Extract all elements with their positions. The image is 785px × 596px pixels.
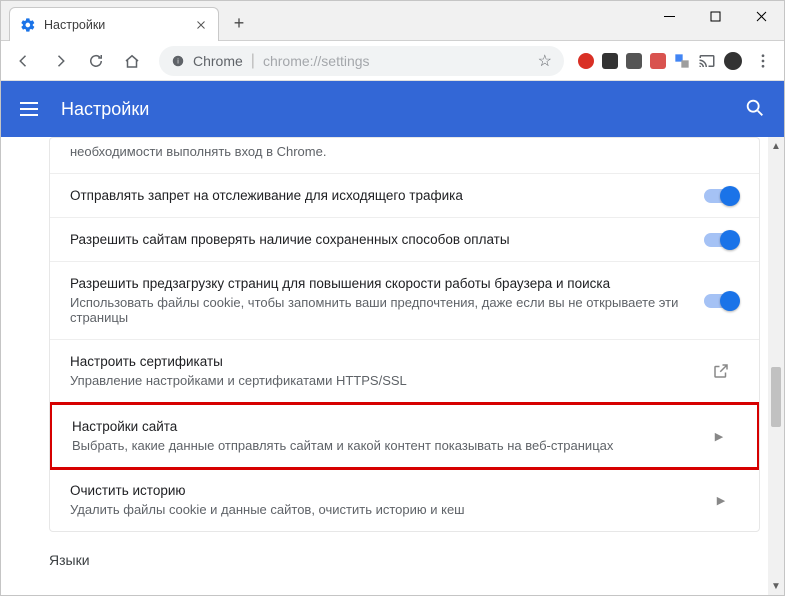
browser-toolbar: i Chrome | chrome://settings ☆ — [1, 41, 784, 81]
window-close-button[interactable] — [738, 1, 784, 31]
translate-extension-icon[interactable] — [674, 53, 690, 69]
reload-button[interactable] — [81, 46, 111, 76]
chevron-right-icon: ▶ — [703, 494, 739, 507]
manage-certificates-label: Настроить сертификаты — [70, 354, 691, 369]
clear-history-row[interactable]: Очистить историю Удалить файлы cookie и … — [50, 469, 759, 531]
omnibox[interactable]: i Chrome | chrome://settings ☆ — [159, 46, 564, 76]
window-minimize-button[interactable] — [646, 1, 692, 31]
window-maximize-button[interactable] — [692, 1, 738, 31]
extension-icons — [576, 52, 744, 70]
payment-methods-toggle[interactable] — [704, 233, 738, 247]
settings-header: Настройки — [1, 81, 784, 137]
forward-button[interactable] — [45, 46, 75, 76]
omnibox-url: chrome://settings — [263, 53, 370, 69]
window-controls — [646, 1, 784, 31]
preload-pages-row[interactable]: Разрешить предзагрузку страниц для повыш… — [50, 262, 759, 340]
content-scrollbar[interactable]: ▲ ▼ — [768, 137, 784, 595]
settings-favicon — [20, 17, 36, 33]
search-icon[interactable] — [744, 97, 768, 121]
preload-pages-toggle[interactable] — [704, 294, 738, 308]
chevron-right-icon: ▶ — [701, 430, 737, 443]
extension-icon-4[interactable] — [650, 53, 666, 69]
do-not-track-row[interactable]: Отправлять запрет на отслеживание для ис… — [50, 174, 759, 218]
site-settings-row[interactable]: Настройки сайта Выбрать, какие данные от… — [49, 402, 760, 470]
scrollbar-thumb[interactable] — [771, 367, 781, 427]
privacy-settings-card: необходимости выполнять вход в Chrome. О… — [49, 137, 760, 532]
profile-avatar-icon[interactable] — [724, 52, 742, 70]
settings-content: необходимости выполнять вход в Chrome. О… — [1, 137, 784, 595]
back-button[interactable] — [9, 46, 39, 76]
cast-icon[interactable] — [698, 52, 716, 70]
site-info-icon[interactable]: i — [171, 54, 185, 68]
do-not-track-label: Отправлять запрет на отслеживание для ис… — [70, 188, 691, 203]
manage-certificates-row[interactable]: Настроить сертификаты Управление настрой… — [50, 340, 759, 403]
browser-tab[interactable]: Настройки — [9, 7, 219, 41]
site-settings-sublabel: Выбрать, какие данные отправлять сайтам … — [72, 438, 689, 453]
bookmark-star-icon[interactable]: ☆ — [538, 51, 552, 71]
clear-history-label: Очистить историю — [70, 483, 691, 498]
preload-pages-label: Разрешить предзагрузку страниц для повыш… — [70, 276, 691, 291]
browser-menu-button[interactable] — [750, 46, 776, 76]
tab-title: Настройки — [44, 18, 186, 32]
tab-close-icon[interactable] — [194, 18, 208, 32]
languages-section-title: Языки — [49, 552, 784, 568]
truncated-row-text: необходимости выполнять вход в Chrome. — [50, 138, 759, 174]
clear-history-sublabel: Удалить файлы cookie и данные сайтов, оч… — [70, 502, 691, 517]
do-not-track-toggle[interactable] — [704, 189, 738, 203]
external-link-icon — [703, 362, 739, 380]
scroll-down-arrow[interactable]: ▼ — [768, 579, 784, 593]
payment-methods-label: Разрешить сайтам проверять наличие сохра… — [70, 232, 691, 247]
home-button[interactable] — [117, 46, 147, 76]
omnibox-separator: | — [251, 52, 255, 70]
page-title: Настройки — [61, 99, 744, 120]
new-tab-button[interactable]: + — [225, 9, 253, 37]
omnibox-scheme: Chrome — [193, 53, 243, 69]
extension-icon-1[interactable] — [578, 53, 594, 69]
menu-icon[interactable] — [17, 97, 41, 121]
payment-methods-row[interactable]: Разрешить сайтам проверять наличие сохра… — [50, 218, 759, 262]
site-settings-label: Настройки сайта — [72, 419, 689, 434]
scroll-up-arrow[interactable]: ▲ — [768, 139, 784, 153]
extension-icon-2[interactable] — [602, 53, 618, 69]
extension-icon-3[interactable] — [626, 53, 642, 69]
manage-certificates-sublabel: Управление настройками и сертификатами H… — [70, 373, 691, 388]
preload-pages-sublabel: Использовать файлы cookie, чтобы запомни… — [70, 295, 691, 325]
window-titlebar: Настройки + — [1, 1, 784, 41]
